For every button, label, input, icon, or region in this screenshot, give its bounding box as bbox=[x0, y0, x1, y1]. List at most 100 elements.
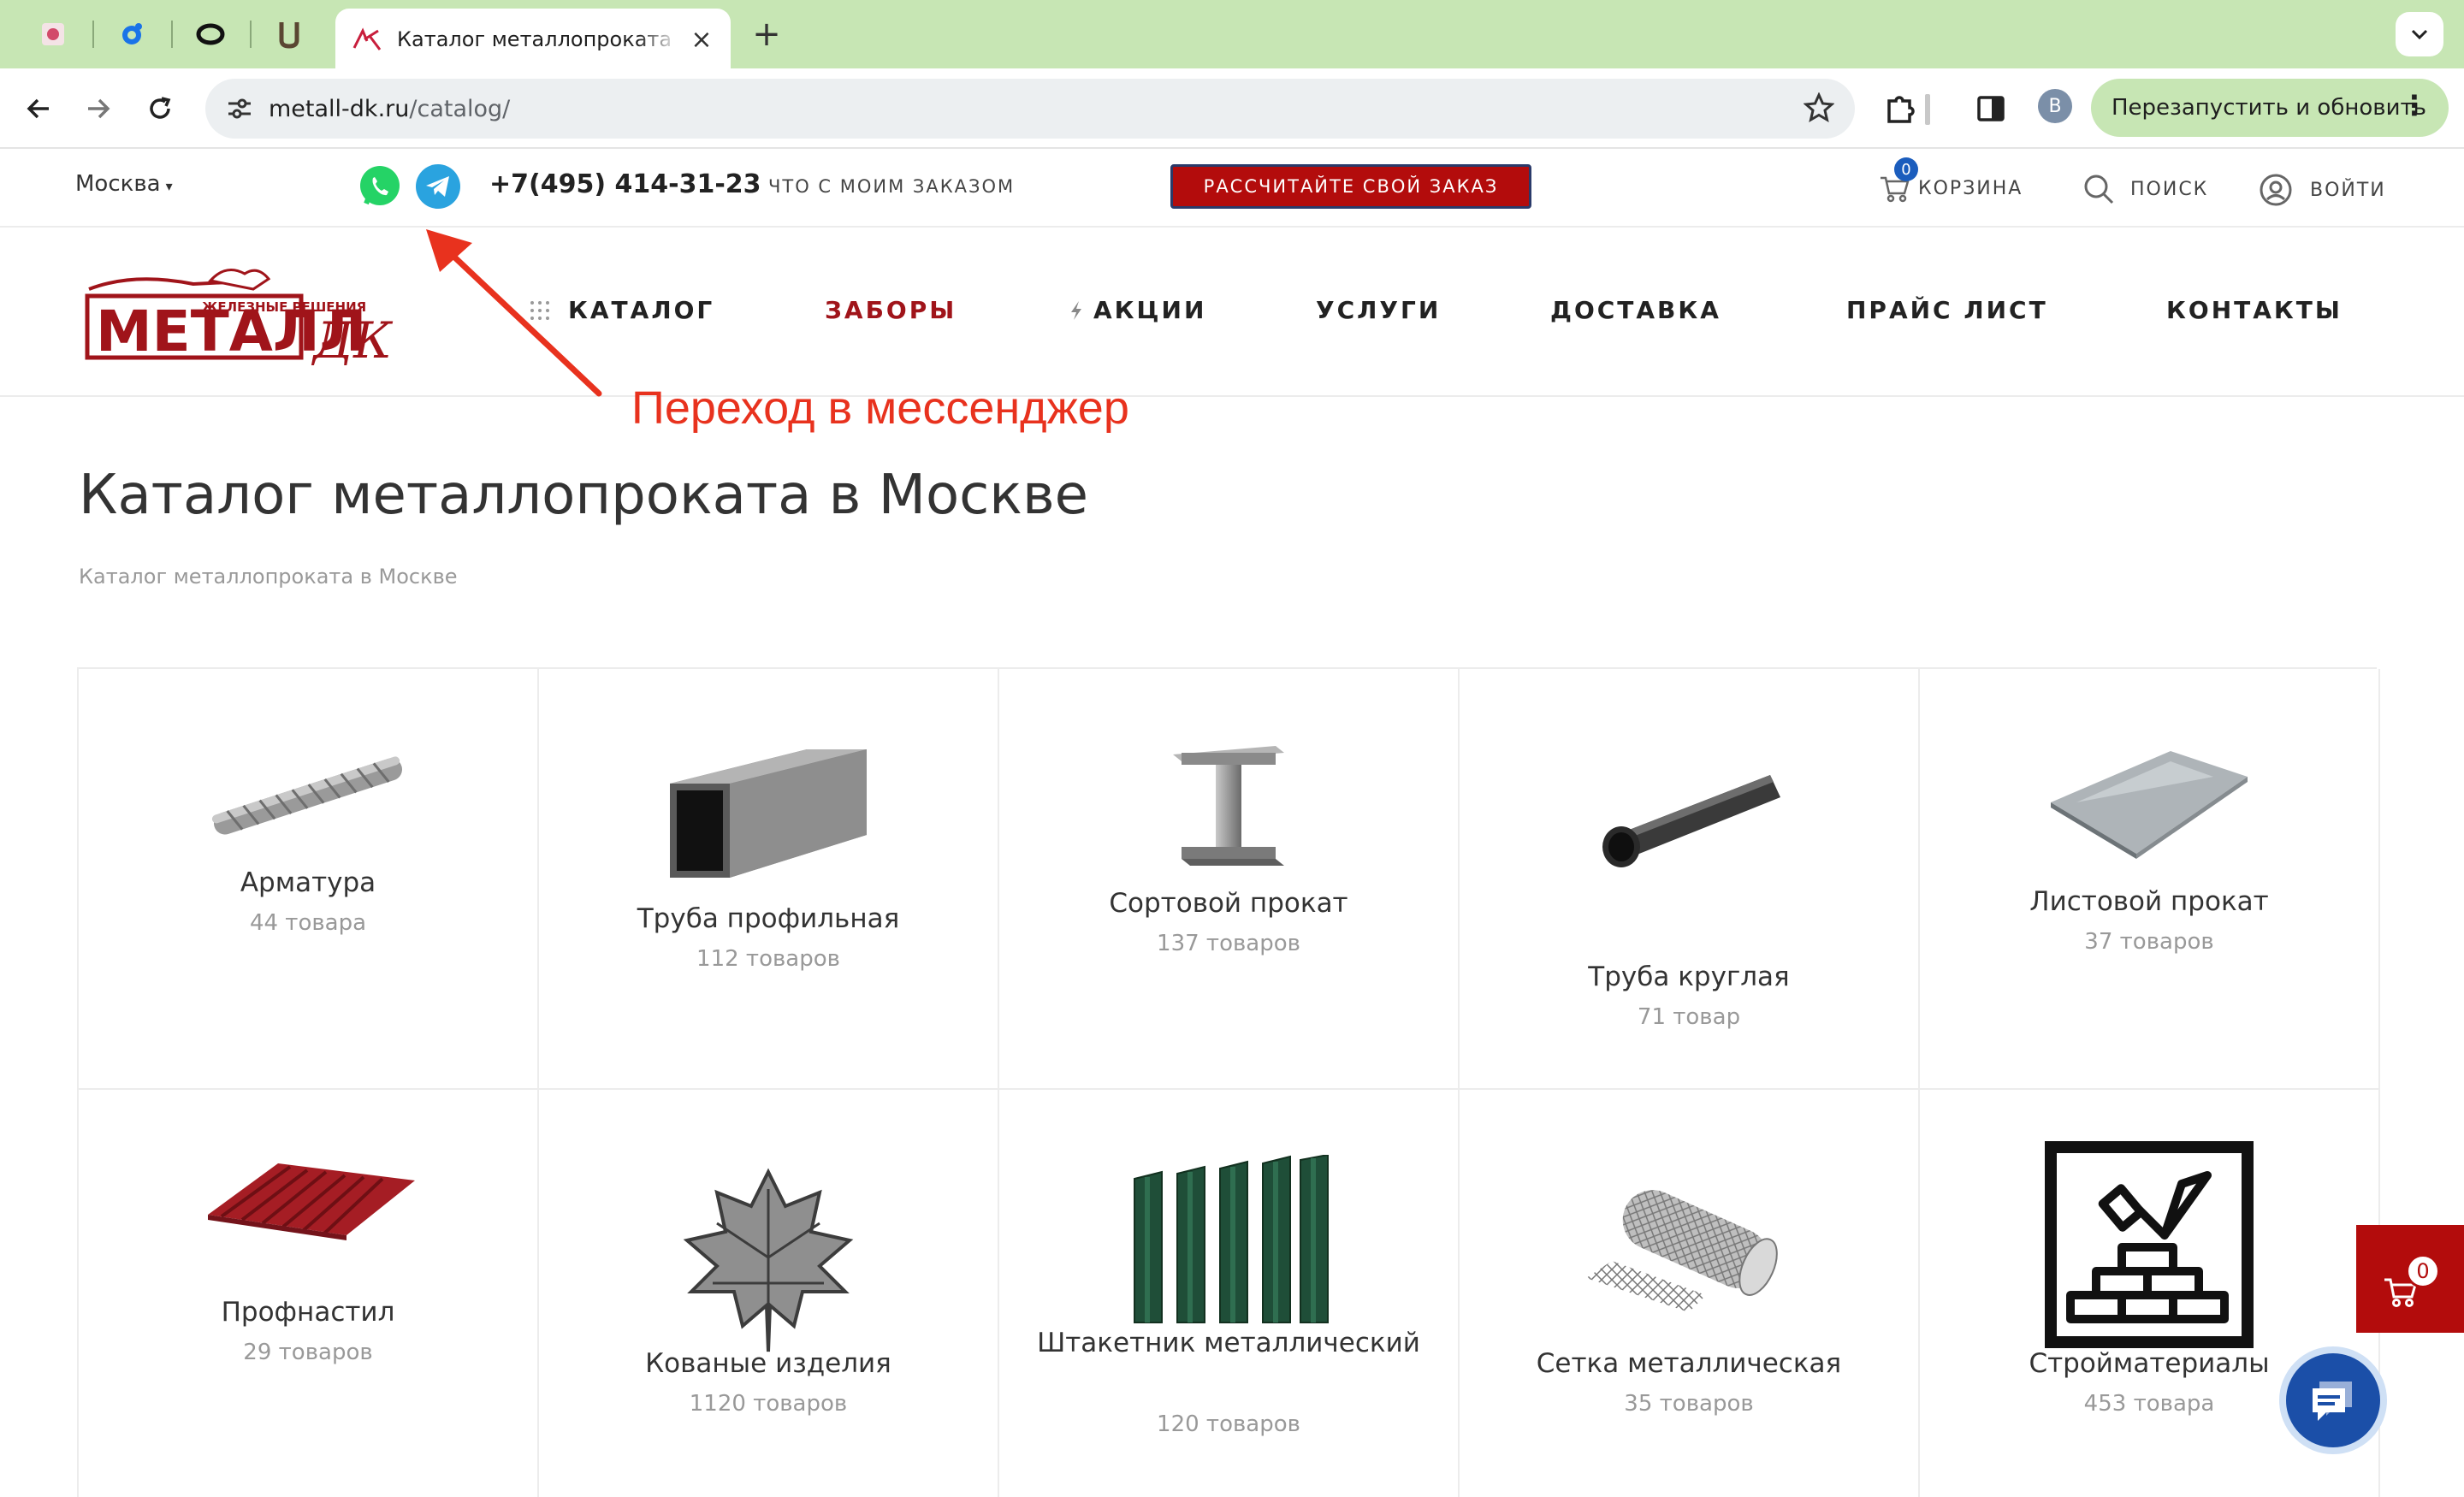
profile-avatar[interactable]: В bbox=[2038, 89, 2072, 123]
search-link[interactable]: поиск bbox=[2082, 173, 2208, 205]
back-button[interactable] bbox=[17, 87, 60, 130]
site-info-icon[interactable] bbox=[222, 92, 257, 126]
tab-separator bbox=[92, 21, 94, 48]
profile-pipe-image bbox=[539, 732, 998, 895]
toolbar-separator bbox=[1925, 94, 1930, 125]
phone-number[interactable]: +7(495) 414-31-23 bbox=[489, 169, 761, 199]
nav-catalog-label: Каталог bbox=[568, 296, 715, 324]
favicon-icon bbox=[352, 27, 382, 50]
calculate-order-button[interactable]: Рассчитайте свой заказ bbox=[1170, 164, 1531, 209]
catalog-item-profile-pipe[interactable]: Труба профильная 112 товаров bbox=[539, 669, 999, 1090]
nav-services-label: Услуги bbox=[1316, 296, 1442, 324]
annotation-label: Переход в мессенджер bbox=[631, 382, 1129, 434]
relaunch-label: Перезапустить и обновить bbox=[2112, 95, 2426, 121]
search-label: поиск bbox=[2130, 178, 2209, 200]
nav-price-list[interactable]: Прайс лист bbox=[1846, 296, 2048, 324]
address-bar[interactable]: metall-dk.ru/catalog/ bbox=[205, 79, 1855, 139]
favicon-icon bbox=[42, 23, 64, 45]
pinned-tab-1[interactable] bbox=[34, 15, 72, 53]
nav-contacts[interactable]: Контакты bbox=[2166, 296, 2343, 324]
wire-mesh-image bbox=[1460, 1167, 1918, 1321]
floating-cart-button[interactable]: 0 bbox=[2356, 1225, 2464, 1333]
arrow-left-icon bbox=[27, 98, 49, 119]
catalog-item-forged-products[interactable]: Кованые изделия 1120 товаров bbox=[539, 1090, 999, 1497]
nav-delivery[interactable]: Доставка bbox=[1550, 296, 1721, 324]
city-selector[interactable]: Москва ▾ bbox=[75, 171, 173, 197]
search-icon bbox=[2084, 175, 2114, 204]
round-pipe-image bbox=[1460, 758, 1918, 886]
site-logo[interactable]: ЖЕЛЕЗНЫЕ РЕШЕНИЯ МЕТАЛЛ ДК bbox=[82, 255, 407, 368]
side-panel-icon bbox=[1977, 96, 2005, 121]
order-status-link[interactable]: что с моим заказом bbox=[768, 176, 1015, 197]
catalog-item-name: Кованые изделия bbox=[645, 1348, 891, 1379]
nav-promotions-label: Акции bbox=[1093, 296, 1207, 324]
catalog-item-count: 120 товаров bbox=[1157, 1411, 1300, 1437]
caret-down-icon: ▾ bbox=[165, 178, 173, 194]
catalog-item-rebar[interactable]: Арматура 44 товара bbox=[79, 669, 539, 1090]
reload-icon bbox=[150, 97, 171, 119]
forged-leaf-image bbox=[539, 1155, 998, 1360]
extensions-button[interactable] bbox=[1881, 89, 1920, 128]
catalog-item-name: Труба профильная bbox=[637, 903, 900, 934]
nav-delivery-label: Доставка bbox=[1550, 296, 1721, 324]
catalog-item-picket-fence[interactable]: Штакетник металлический 120 товаров bbox=[999, 1090, 1460, 1497]
favicon-icon bbox=[122, 23, 142, 44]
nav-promotions[interactable]: Акции bbox=[1068, 296, 1206, 324]
cart-count-badge: 0 bbox=[1894, 157, 1918, 181]
relaunch-update-button[interactable]: Перезапустить и обновить ⋮ bbox=[2091, 79, 2449, 137]
floating-cart-count: 0 bbox=[2406, 1254, 2440, 1288]
sheet-steel-image bbox=[1920, 743, 2378, 862]
whatsapp-icon[interactable] bbox=[358, 164, 402, 209]
i-beam-image bbox=[999, 737, 1458, 874]
tab-separator bbox=[171, 21, 173, 48]
catalog-item-name: Штакетник металлический bbox=[1037, 1328, 1420, 1358]
bookmark-star-icon[interactable] bbox=[1803, 92, 1835, 127]
tab-title: Каталог металлопроката в М bbox=[397, 27, 679, 51]
chat-widget-button[interactable] bbox=[2279, 1346, 2387, 1454]
catalog-item-wire-mesh[interactable]: Сетка металлическая 35 товаров bbox=[1460, 1090, 1920, 1497]
breadcrumb[interactable]: Каталог металлопроката в Москве bbox=[79, 565, 458, 589]
catalog-item-section-steel[interactable]: Сортовой прокат 137 товаров bbox=[999, 669, 1460, 1090]
arrow-right-icon bbox=[88, 98, 110, 119]
login-label: войти bbox=[2310, 179, 2386, 201]
catalog-item-count: 29 товаров bbox=[243, 1340, 373, 1365]
nav-fences[interactable]: Заборы bbox=[825, 296, 957, 324]
catalog-grid: Арматура 44 товара Труба профильная 112 … bbox=[77, 667, 2380, 1497]
login-link[interactable]: войти bbox=[2259, 173, 2386, 207]
catalog-item-count: 137 товаров bbox=[1157, 931, 1300, 956]
pinned-tab-3[interactable] bbox=[192, 15, 229, 53]
svg-text:ДК: ДК bbox=[311, 311, 394, 368]
catalog-item-count: 1120 товаров bbox=[689, 1391, 848, 1417]
chevron-down-icon bbox=[2411, 29, 2428, 40]
nav-services[interactable]: Услуги bbox=[1316, 296, 1441, 324]
favicon-icon bbox=[279, 22, 299, 49]
close-tab-icon[interactable]: × bbox=[688, 25, 715, 55]
catalog-item-name: Арматура bbox=[240, 867, 376, 898]
more-menu-icon[interactable]: ⋮ bbox=[2401, 92, 2428, 119]
tab-search-button[interactable] bbox=[2396, 12, 2443, 56]
catalog-item-count: 37 товаров bbox=[2084, 929, 2214, 955]
cart-label: корзина bbox=[1918, 177, 2023, 199]
reload-button[interactable] bbox=[139, 87, 181, 130]
catalog-item-round-pipe[interactable]: Труба круглая 71 товар bbox=[1460, 669, 1920, 1090]
catalog-item-name: Профнастил bbox=[221, 1297, 395, 1328]
active-tab[interactable]: Каталог металлопроката в М × bbox=[335, 9, 731, 70]
telegram-icon[interactable] bbox=[416, 164, 460, 209]
nav-catalog[interactable]: Каталог bbox=[529, 296, 714, 324]
forward-button[interactable] bbox=[77, 87, 120, 130]
nav-fences-label: Заборы bbox=[825, 296, 957, 324]
favicon-icon bbox=[196, 23, 225, 45]
nav-contacts-label: Контакты bbox=[2166, 296, 2343, 324]
grid-dots-icon bbox=[530, 300, 549, 320]
chat-bubble-icon bbox=[2313, 1382, 2352, 1421]
new-tab-button[interactable]: + bbox=[748, 15, 785, 54]
pinned-tab-4[interactable] bbox=[270, 15, 308, 53]
catalog-item-name: Труба круглая bbox=[1588, 962, 1790, 992]
pinned-tab-2[interactable] bbox=[113, 15, 151, 53]
side-panel-button[interactable] bbox=[1971, 89, 2011, 128]
profiled-sheet-image bbox=[79, 1146, 537, 1257]
rebar-image bbox=[79, 732, 537, 861]
catalog-item-name: Листовой прокат bbox=[2029, 886, 2269, 917]
catalog-item-sheet-steel[interactable]: Листовой прокат 37 товаров bbox=[1920, 669, 2380, 1090]
catalog-item-profiled-sheet[interactable]: Профнастил 29 товаров bbox=[79, 1090, 539, 1497]
